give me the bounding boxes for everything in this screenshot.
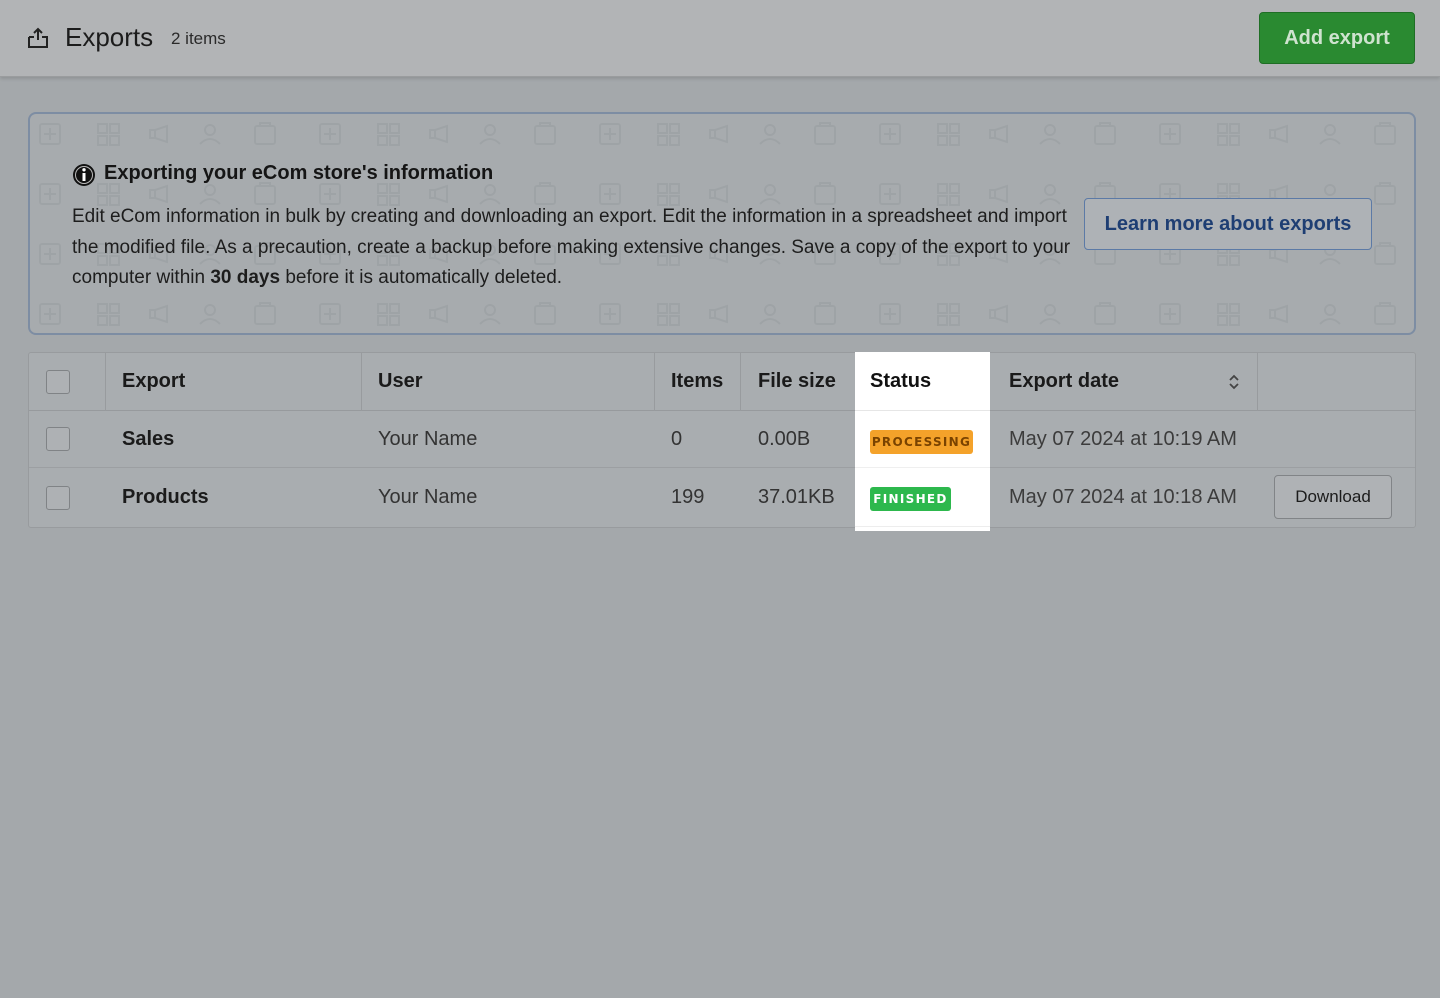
user-name: Your Name bbox=[378, 427, 478, 450]
user-name: Your Name bbox=[378, 486, 478, 508]
info-banner: Exporting your eCom store's information … bbox=[28, 112, 1416, 335]
column-divider bbox=[1257, 353, 1258, 411]
column-header-items[interactable]: Items bbox=[671, 353, 723, 410]
column-header-export[interactable]: Export bbox=[122, 353, 185, 410]
item-count: 2 items bbox=[171, 29, 226, 48]
status-column-highlight: Status PROCESSING FINISHED bbox=[855, 352, 990, 531]
row-checkbox[interactable] bbox=[46, 427, 70, 451]
column-divider bbox=[361, 353, 362, 411]
learn-more-button[interactable]: Learn more about exports bbox=[1084, 198, 1372, 250]
exports-table: Export User Items File size Export date … bbox=[28, 352, 1416, 528]
status-badge-processing: PROCESSING bbox=[870, 430, 973, 454]
row-select-cell bbox=[46, 468, 70, 527]
page-header: Exports 2 items Add export bbox=[0, 0, 1440, 77]
items-count: 199 bbox=[671, 486, 705, 508]
column-divider bbox=[654, 353, 655, 411]
column-divider bbox=[740, 353, 741, 411]
banner-description: Edit eCom information in bulk by creatin… bbox=[72, 202, 1072, 294]
column-header-file-size[interactable]: File size bbox=[758, 353, 836, 410]
table-row: Products Your Name 199 37.01KB May 07 20… bbox=[29, 468, 1415, 527]
column-header-export-date[interactable]: Export date bbox=[1009, 353, 1119, 410]
export-upload-icon bbox=[28, 27, 48, 48]
export-name[interactable]: Products bbox=[122, 468, 209, 527]
sort-arrows-icon[interactable] bbox=[1227, 372, 1241, 392]
file-size: 0.00B bbox=[758, 427, 811, 450]
row-separator bbox=[855, 467, 990, 468]
row-separator bbox=[855, 410, 990, 411]
column-header-status[interactable]: Status bbox=[870, 370, 931, 393]
file-size: 37.01KB bbox=[758, 486, 835, 508]
column-divider bbox=[105, 353, 106, 411]
download-button[interactable]: Download bbox=[1274, 475, 1392, 519]
export-date: May 07 2024 at 10:19 AM bbox=[1009, 427, 1237, 450]
banner-text-2: before it is automatically deleted. bbox=[280, 267, 563, 288]
row-separator bbox=[855, 526, 990, 527]
items-count: 0 bbox=[671, 427, 683, 450]
select-all-cell bbox=[46, 353, 70, 410]
banner-heading: Exporting your eCom store's information bbox=[104, 162, 494, 184]
select-all-checkbox[interactable] bbox=[46, 369, 70, 394]
table-header-row: Export User Items File size Export date bbox=[29, 353, 1415, 411]
column-header-user[interactable]: User bbox=[378, 353, 422, 410]
row-select-cell bbox=[46, 411, 70, 467]
export-name[interactable]: Sales bbox=[122, 411, 174, 467]
row-checkbox[interactable] bbox=[46, 485, 70, 510]
page-title: Exports bbox=[65, 22, 154, 52]
export-date: May 07 2024 at 10:18 AM bbox=[1009, 486, 1237, 508]
sort-cell bbox=[1227, 353, 1241, 410]
status-badge-finished: FINISHED bbox=[870, 487, 951, 511]
add-export-button[interactable]: Add export bbox=[1259, 12, 1415, 64]
table-row: Sales Your Name 0 0.00B May 07 2024 at 1… bbox=[29, 411, 1415, 468]
info-icon bbox=[73, 164, 95, 186]
banner-text-bold: 30 days bbox=[210, 267, 281, 288]
